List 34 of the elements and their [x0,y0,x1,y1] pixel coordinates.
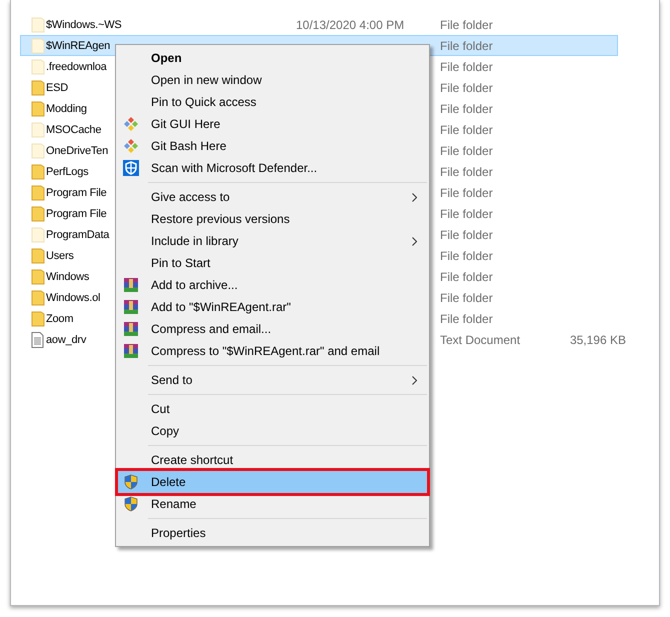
file-type: File folder [440,38,494,52]
file-type: File folder [440,80,494,94]
file-size: 35,196 KB [568,332,626,346]
file-type: File folder [440,248,494,262]
file-type: File folder [440,144,494,158]
file-type: File folder [440,290,494,304]
file-type: File folder [440,186,494,200]
file-name: Program File [46,186,107,198]
file-name: aow_drv [46,334,86,346]
file-type: File folder [440,102,494,116]
file-type: File folder [440,122,494,136]
file-type: File folder [440,270,494,284]
file-name: Windows [46,270,90,282]
file-type: File folder [440,206,494,220]
file-name: Windows.ol [46,292,100,304]
file-name: $WinREAgen [46,40,110,52]
file-name: OneDriveTen [46,144,108,156]
file-type: Text Document [440,332,522,346]
file-type: File folder [440,312,494,326]
file-name: Modding [46,102,87,114]
file-type: File folder [440,164,494,178]
file-type: File folder [440,18,494,32]
file-name: Zoom [46,312,74,324]
file-type: File folder [440,228,494,242]
file-name: ProgramData [46,228,110,240]
file-name: Program File [46,208,107,220]
file-name: MSOCache [46,124,102,136]
file-name: .freedownloa [46,60,107,72]
file-date: 10/13/2020 4:00 PM [296,18,406,32]
file-name: Users [46,250,74,262]
file-name: $Windows.~WS [46,18,122,30]
file-type: File folder [440,60,494,74]
file-name: PerfLogs [46,166,88,178]
file-name: ESD [46,82,68,94]
